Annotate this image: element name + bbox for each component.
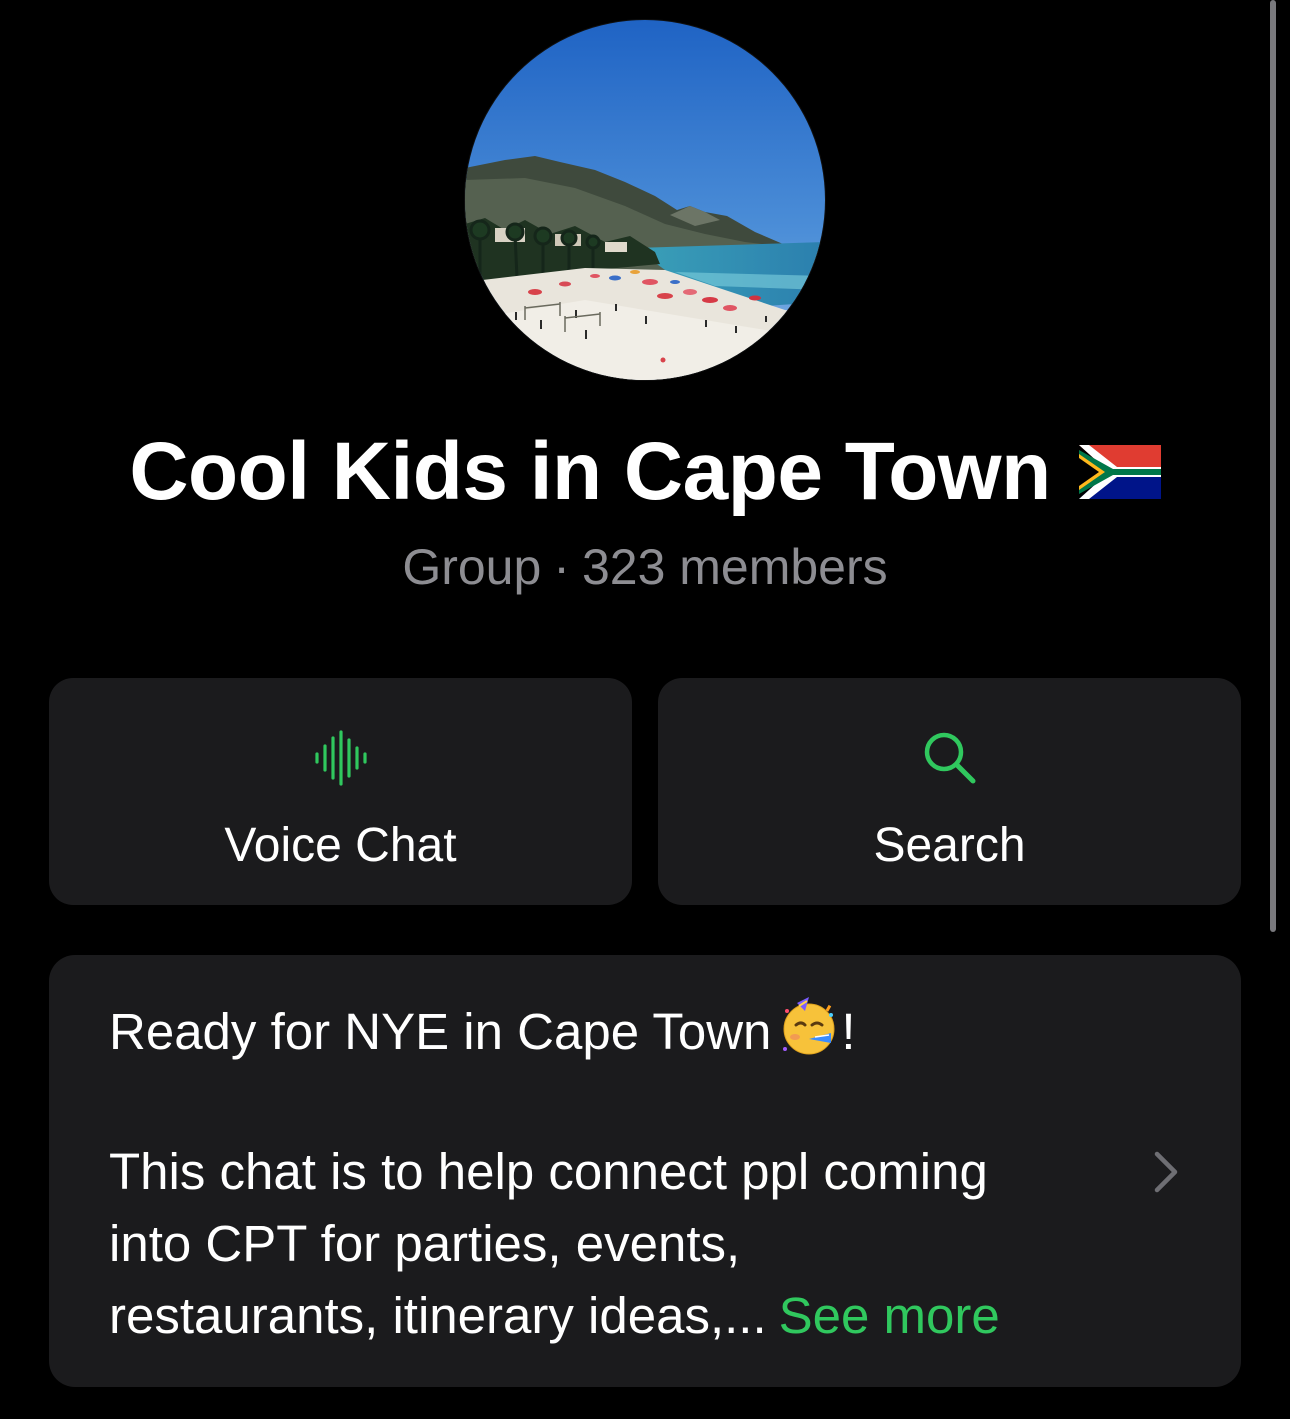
search-button[interactable]: Search [658,678,1241,905]
group-type: Group [402,539,542,595]
group-title: Cool Kids in Cape Town [129,426,1051,517]
description-heading: Ready for NYE in Cape Town [109,1003,772,1060]
voice-chat-label: Voice Chat [224,819,457,872]
see-more-link[interactable]: See more [779,1287,1000,1344]
search-icon [922,730,978,786]
voice-chat-button[interactable]: Voice Chat [49,678,632,905]
member-count: 323 members [581,539,888,595]
group-avatar[interactable] [465,20,825,380]
chevron-right-icon [1151,1150,1181,1199]
search-label: Search [873,819,1026,872]
group-description-card[interactable]: Ready for NYE in Cape Town ! This chat i… [49,955,1241,1387]
description-heading-suffix: ! [841,1003,856,1060]
description-line-1: Ready for NYE in Cape Town ! [109,997,856,1069]
description-line-4-text: restaurants, itinerary ideas,... [109,1287,767,1344]
group-subtitle: Group · 323 members [0,538,1290,596]
group-title-row: Cool Kids in Cape Town [0,422,1290,522]
beach-photo-image [465,20,825,380]
waveform-icon [313,730,369,786]
description-line-4: restaurants, itinerary ideas,... See more [109,1286,1000,1345]
separator-dot: · [553,539,570,595]
partying-face-emoji-icon [779,997,839,1069]
description-line-2: This chat is to help connect ppl coming [109,1143,988,1200]
south-africa-flag-icon [1078,445,1161,499]
description-line-3: into CPT for parties, events, [109,1215,741,1272]
